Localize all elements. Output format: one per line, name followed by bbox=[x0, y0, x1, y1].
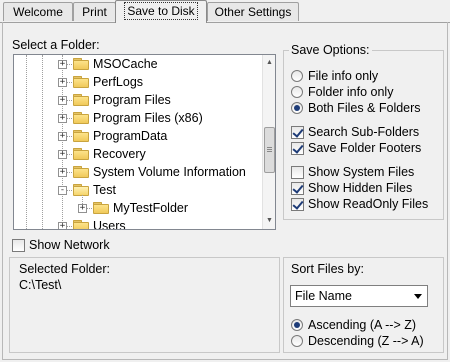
save-folder-footers-label: Save Folder Footers bbox=[308, 141, 422, 155]
thumb-grip-line bbox=[267, 151, 272, 152]
folder-info-only-label: Folder info only bbox=[308, 85, 394, 99]
tree-item[interactable]: + Users bbox=[14, 217, 262, 229]
radio-circle[interactable] bbox=[291, 86, 303, 98]
folder-icon-body bbox=[73, 150, 89, 160]
folder-icon-body bbox=[93, 204, 109, 214]
collapse-icon[interactable]: - bbox=[58, 186, 67, 195]
tab-other-settings[interactable]: Other Settings bbox=[207, 2, 299, 21]
thumb-grip-line bbox=[267, 147, 272, 148]
tree-item-label: MyTestFolder bbox=[113, 201, 189, 215]
folder-icon-body bbox=[73, 132, 89, 142]
tree-item-label: Users bbox=[93, 219, 126, 229]
tab-strip: Welcome Print Save to Disk Other Setting… bbox=[0, 0, 450, 24]
radio-circle[interactable] bbox=[291, 319, 303, 331]
show-system-files-label: Show System Files bbox=[308, 165, 415, 179]
tree-item[interactable]: + ProgramData bbox=[14, 127, 262, 145]
tree-item[interactable]: + Program Files (x86) bbox=[14, 109, 262, 127]
save-options-label: Save Options: bbox=[289, 43, 372, 57]
radio-circle[interactable] bbox=[291, 335, 303, 347]
tab-save-to-disk-label: Save to Disk bbox=[124, 2, 198, 20]
tree-item-label: Program Files bbox=[93, 93, 171, 107]
sort-field-select[interactable]: File Name bbox=[290, 285, 428, 307]
folder-icon-body bbox=[73, 78, 89, 88]
ascending-label: Ascending (A --> Z) bbox=[308, 318, 417, 332]
scroll-down-icon[interactable]: ▼ bbox=[263, 213, 275, 229]
expand-icon[interactable]: + bbox=[78, 204, 87, 213]
folder-icon-body bbox=[73, 186, 89, 196]
tab-print[interactable]: Print bbox=[73, 2, 116, 21]
tab-other-settings-label: Other Settings bbox=[214, 5, 292, 19]
tree-item[interactable]: + MSOCache bbox=[14, 55, 262, 73]
folder-tree[interactable]: + MSOCache + PerfLogs + Program Files + Program… bbox=[13, 54, 276, 230]
tree-item-label: System Volume Information bbox=[93, 165, 246, 179]
sort-field-selected: File Name bbox=[295, 289, 352, 303]
tab-save-to-disk[interactable]: Save to Disk bbox=[115, 0, 207, 23]
show-readonly-files-label: Show ReadOnly Files bbox=[308, 197, 429, 211]
expand-icon[interactable]: + bbox=[58, 132, 67, 141]
expand-icon[interactable]: + bbox=[58, 114, 67, 123]
tree-item-label: ProgramData bbox=[93, 129, 168, 143]
folder-icon bbox=[73, 220, 89, 229]
folder-icon bbox=[93, 202, 109, 214]
expand-icon[interactable]: + bbox=[58, 168, 67, 177]
file-info-only-label: File info only bbox=[308, 69, 379, 83]
checkbox-box[interactable] bbox=[12, 239, 25, 252]
tab-print-label: Print bbox=[82, 5, 107, 19]
tree-item-label: Test bbox=[93, 183, 116, 197]
checkbox-box[interactable] bbox=[291, 166, 304, 179]
scroll-thumb[interactable] bbox=[264, 127, 275, 173]
search-sub-folders-label: Search Sub-Folders bbox=[308, 125, 420, 139]
folder-icon-body bbox=[73, 60, 89, 70]
folder-tree-content: + MSOCache + PerfLogs + Program Files + Program… bbox=[14, 55, 262, 229]
tree-item[interactable]: + PerfLogs bbox=[14, 73, 262, 91]
tree-item-label: Recovery bbox=[93, 147, 146, 161]
select-folder-label: Select a Folder: bbox=[12, 38, 100, 52]
folder-icon-body bbox=[73, 222, 89, 229]
folder-icon bbox=[73, 76, 89, 88]
tree-item[interactable]: - Test bbox=[14, 181, 262, 199]
expand-icon[interactable]: + bbox=[58, 222, 67, 229]
tree-item[interactable]: + System Volume Information bbox=[14, 163, 262, 181]
tree-item[interactable]: + Recovery bbox=[14, 145, 262, 163]
folder-icon-body bbox=[73, 114, 89, 124]
sort-files-label: Sort Files by: bbox=[291, 262, 364, 276]
tree-item-label: PerfLogs bbox=[93, 75, 144, 89]
checkbox-box[interactable] bbox=[291, 142, 304, 155]
folder-icon bbox=[73, 166, 89, 178]
selected-folder-path: C:\Test\ bbox=[19, 278, 62, 292]
folder-icon bbox=[73, 148, 89, 160]
tree-item[interactable]: + MyTestFolder bbox=[14, 195, 262, 217]
show-hidden-files-label: Show Hidden Files bbox=[308, 181, 413, 195]
expand-icon[interactable]: + bbox=[58, 60, 67, 69]
chevron-down-icon bbox=[414, 294, 422, 299]
folder-icon bbox=[73, 112, 89, 124]
folder-icon bbox=[73, 184, 89, 196]
tree-item-label: MSOCache bbox=[93, 57, 158, 71]
checkbox-box[interactable] bbox=[291, 198, 304, 211]
descending-label: Descending (Z --> A) bbox=[308, 334, 424, 348]
show-network-label: Show Network bbox=[29, 238, 110, 252]
folder-icon-body bbox=[73, 168, 89, 178]
radio-circle[interactable] bbox=[291, 70, 303, 82]
expand-icon[interactable]: + bbox=[58, 96, 67, 105]
tab-welcome-label: Welcome bbox=[13, 5, 63, 19]
scroll-up-icon[interactable]: ▲ bbox=[263, 55, 275, 71]
expand-icon[interactable]: + bbox=[58, 150, 67, 159]
tree-vertical-scrollbar[interactable]: ▲ ▼ bbox=[262, 55, 275, 229]
folder-icon bbox=[73, 58, 89, 70]
folder-icon bbox=[73, 130, 89, 142]
thumb-grip-line bbox=[267, 149, 272, 150]
tab-welcome[interactable]: Welcome bbox=[3, 2, 73, 21]
tree-item-label: Program Files (x86) bbox=[93, 111, 203, 125]
tree-item[interactable]: + Program Files bbox=[14, 91, 262, 109]
folder-icon-body bbox=[73, 96, 89, 106]
radio-circle[interactable] bbox=[291, 102, 303, 114]
both-files-folders-label: Both Files & Folders bbox=[308, 101, 421, 115]
folder-icon bbox=[73, 94, 89, 106]
checkbox-box[interactable] bbox=[291, 182, 304, 195]
checkbox-box[interactable] bbox=[291, 126, 304, 139]
expand-icon[interactable]: + bbox=[58, 78, 67, 87]
selected-folder-label: Selected Folder: bbox=[19, 262, 111, 276]
